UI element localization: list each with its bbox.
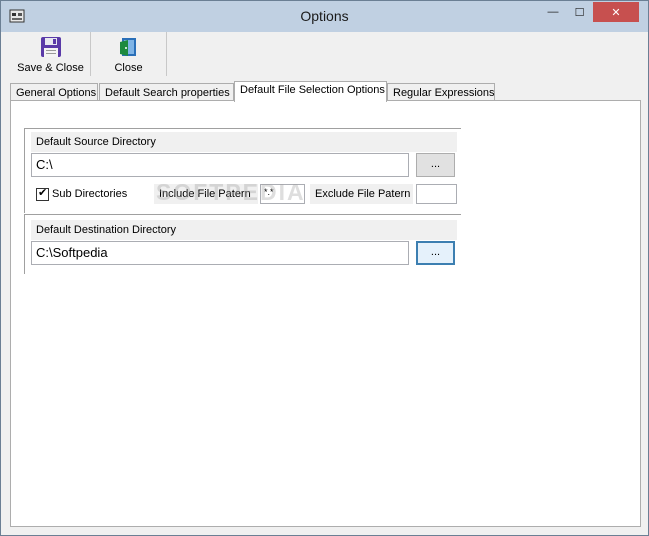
destination-browse-button[interactable]: ... bbox=[416, 241, 455, 265]
close-button[interactable]: Close bbox=[91, 32, 167, 76]
source-directory-label: Default Source Directory bbox=[31, 132, 457, 152]
sub-directories-checkbox-row[interactable]: ✔ Sub Directories bbox=[36, 185, 127, 203]
toolbar: Save & Close Close bbox=[9, 32, 641, 76]
tab-general-options[interactable]: General Options bbox=[10, 83, 98, 101]
destination-directory-input[interactable]: C:\Softpedia bbox=[31, 241, 409, 265]
save-close-label: Save & Close bbox=[17, 62, 84, 74]
tab-default-search-properties[interactable]: Default Search properties bbox=[99, 83, 234, 101]
floppy-disk-icon bbox=[40, 37, 61, 57]
destination-directory-label: Default Destination Directory bbox=[31, 220, 457, 240]
tab-regular-expressions[interactable]: Regular Expressions bbox=[387, 83, 495, 101]
close-label: Close bbox=[114, 62, 143, 74]
sub-directories-label: Sub Directories bbox=[52, 188, 128, 200]
checkmark-icon: ✔ bbox=[38, 186, 48, 199]
minimize-button[interactable]: — bbox=[540, 2, 566, 22]
source-browse-button[interactable]: ... bbox=[416, 153, 455, 177]
exit-door-icon bbox=[119, 38, 136, 56]
softpedia-watermark: SOFTPEDIA bbox=[156, 179, 306, 205]
tab-default-file-selection-options[interactable]: Default File Selection Options bbox=[234, 81, 387, 102]
sub-directories-checkbox[interactable]: ✔ bbox=[36, 186, 49, 201]
save-close-button[interactable]: Save & Close bbox=[11, 32, 91, 76]
options-window: Options — ☐ ✕ Save & Close Close General… bbox=[0, 0, 649, 536]
exclude-file-pattern-label: Exclude File Patern bbox=[310, 184, 413, 204]
maximize-button[interactable]: ☐ bbox=[566, 2, 593, 22]
exclude-file-pattern-input[interactable] bbox=[416, 184, 457, 204]
title-bar[interactable]: Options — ☐ ✕ bbox=[1, 1, 648, 32]
source-directory-input[interactable]: C:\ bbox=[31, 153, 409, 177]
close-window-button[interactable]: ✕ bbox=[593, 2, 639, 22]
